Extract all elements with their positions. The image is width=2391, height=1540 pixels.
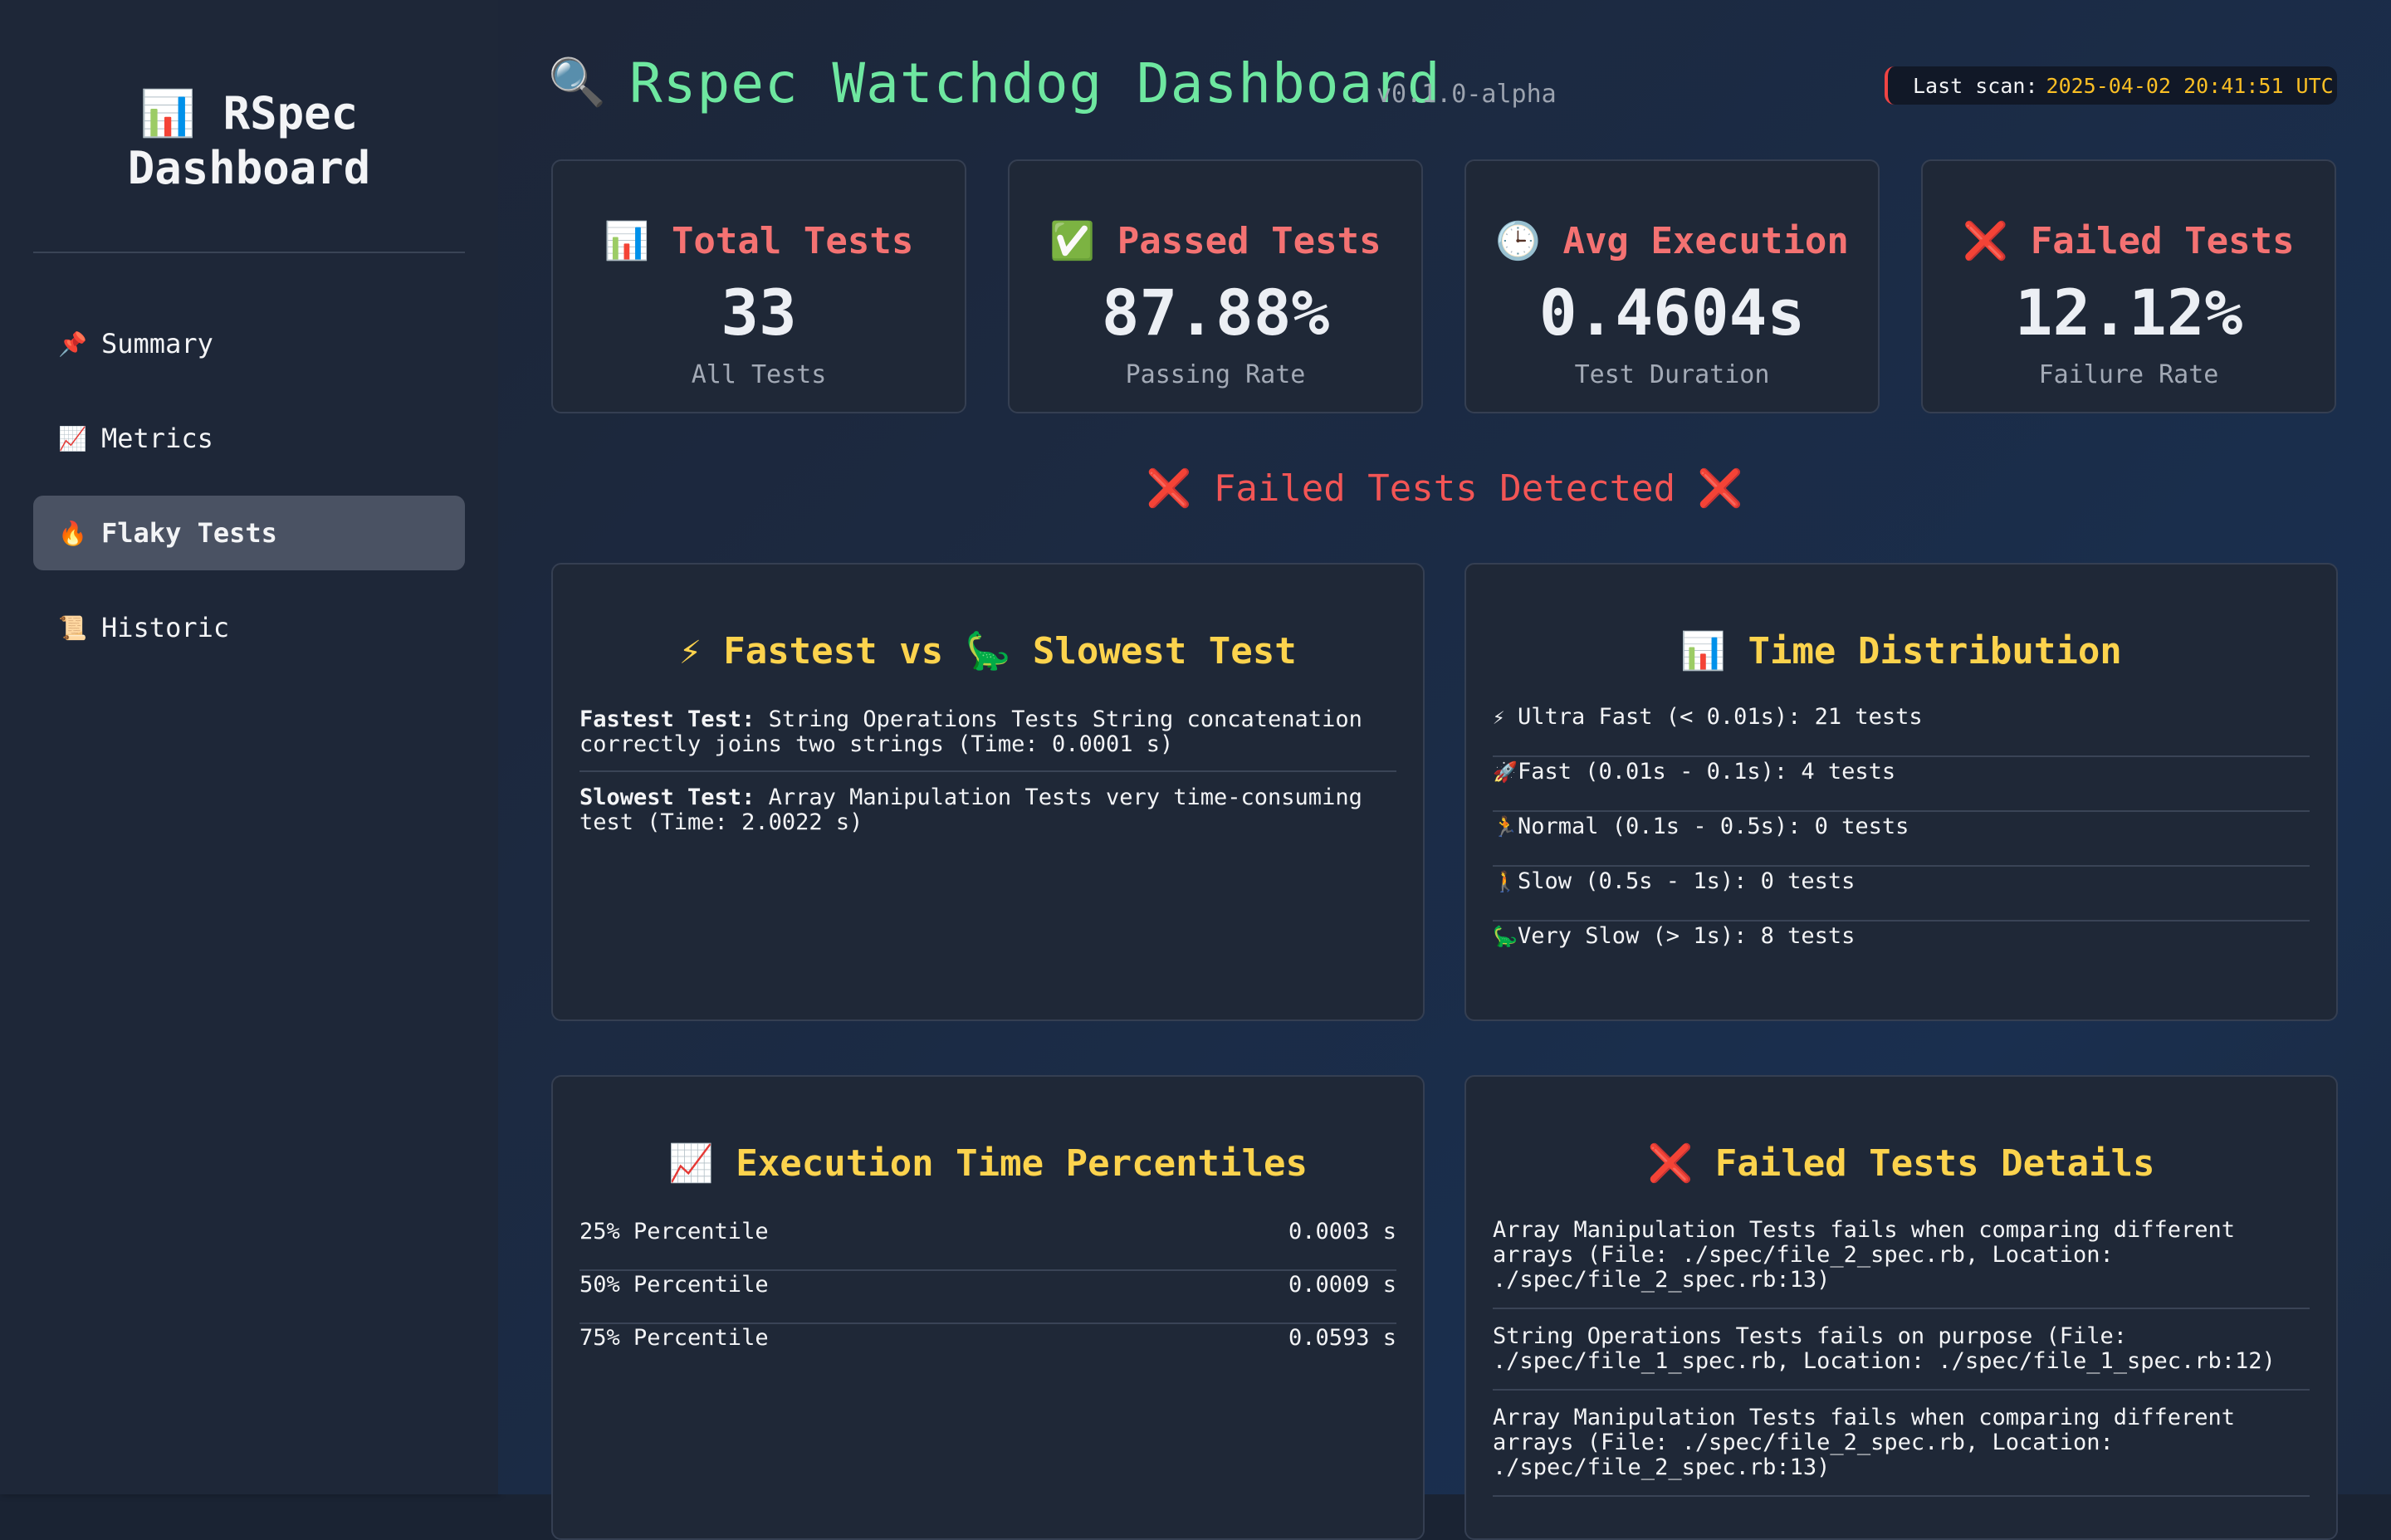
sidebar-divider (33, 252, 465, 253)
last-scan-label: Last scan: (1913, 73, 2038, 98)
panel-title: ❌ Failed Tests Details (1647, 1142, 2155, 1185)
cross-icon: ❌ (1697, 467, 1743, 510)
sidebar-item-label: Summary (101, 328, 213, 359)
panel-body: Array Manipulation Tests fails when comp… (1493, 1218, 2310, 1512)
cross-icon: ❌ (1146, 467, 1192, 510)
sidebar-item-label: Historic (101, 612, 230, 643)
percentile-label: 75% Percentile (579, 1325, 769, 1351)
page-title: Rspec Watchdog Dashboard (629, 51, 1441, 115)
pushpin-icon: 📌 (58, 330, 87, 358)
sidebar-item-label: Flaky Tests (101, 517, 277, 549)
sidebar-title-line2: Dashboard (127, 142, 371, 194)
failed-test-row: Array Manipulation Tests fails when comp… (1493, 1406, 2310, 1497)
percentile-label: 25% Percentile (579, 1219, 769, 1244)
stat-label: Test Duration (1574, 360, 1770, 389)
distribution-text: Fast (0.01s - 0.1s): 4 tests (1518, 759, 1896, 785)
last-scan-time: 2025-04-02 20:41:51 UTC (2046, 73, 2334, 98)
distribution-text: Very Slow (> 1s): 8 tests (1518, 923, 1856, 949)
stat-card-avg-execution: 🕒 Avg Execution 0.4604s Test Duration (1464, 159, 1880, 413)
sidebar-item-label: Metrics (101, 423, 213, 454)
distribution-text: Ultra Fast (< 0.01s): 21 tests (1518, 704, 1923, 730)
stat-label: Passing Rate (1125, 360, 1306, 389)
distribution-text: Normal (0.1s - 0.5s): 0 tests (1518, 814, 1909, 839)
fire-icon: 🔥 (58, 519, 87, 547)
stat-value: 12.12% (2014, 276, 2243, 350)
stat-title: ✅ Passed Tests (1010, 219, 1421, 262)
sidebar-item-historic[interactable]: 📜 Historic (33, 590, 465, 665)
sidebar: 📊 RSpec Dashboard 📌 Summary 📈 Metrics 🔥 … (0, 0, 498, 1494)
panel-title: ⚡ Fastest vs 🦕 Slowest Test (679, 630, 1297, 672)
distribution-row: ⚡ Ultra Fast (< 0.01s): 21 tests (1493, 702, 2310, 757)
stat-title: ❌ Failed Tests (1923, 219, 2335, 262)
panel-title: 📊 Time Distribution (1680, 630, 2122, 672)
stat-title: 🕒 Avg Execution (1466, 219, 1878, 262)
walker-icon: 🚶 (1493, 870, 1518, 893)
panel-body: 25% Percentile 0.0003 s 50% Percentile 0.0… (579, 1218, 1396, 1377)
sidebar-item-flaky-tests[interactable]: 🔥 Flaky Tests (33, 496, 465, 570)
fastest-slowest-panel: ⚡ Fastest vs 🦕 Slowest Test Fastest Test… (551, 563, 1425, 1021)
sidebar-title: 📊 RSpec Dashboard (0, 86, 498, 196)
magnifier-icon: 🔍 (548, 56, 606, 110)
failed-tests-alert: ❌ Failed Tests Detected ❌ (548, 467, 2341, 510)
percentile-value: 0.0009 s (1288, 1272, 1396, 1298)
runner-icon: 🏃 (1493, 815, 1518, 838)
distribution-text: Slow (0.5s - 1s): 0 tests (1518, 868, 1856, 894)
stat-title-text: Avg Execution (1562, 220, 1849, 262)
percentile-row: 25% Percentile 0.0003 s (579, 1218, 1396, 1271)
slowest-test-row: Slowest Test: Array Manipulation Tests v… (579, 770, 1396, 848)
stat-label: All Tests (691, 360, 827, 389)
lightning-icon: ⚡ (1493, 706, 1505, 729)
panel-body: ⚡ Ultra Fast (< 0.01s): 21 tests 🚀Fast (0… (1493, 702, 2310, 976)
stat-title-text: Total Tests (671, 220, 914, 262)
percentile-value: 0.0593 s (1288, 1325, 1396, 1351)
distribution-row: 🏃Normal (0.1s - 0.5s): 0 tests (1493, 812, 2310, 867)
failed-test-row: String Operations Tests fails on purpose… (1493, 1324, 2310, 1391)
stat-title: 📊 Total Tests (553, 219, 965, 262)
slowest-label: Slowest Test: (579, 785, 755, 810)
distribution-row: 🦕Very Slow (> 1s): 8 tests (1493, 922, 2310, 976)
fastest-label: Fastest Test: (579, 706, 755, 732)
bar-chart-icon: 📊 (604, 220, 650, 262)
stat-card-total: 📊 Total Tests 33 All Tests (551, 159, 966, 413)
stat-title-text: Passed Tests (1117, 220, 1381, 262)
last-scan-badge: Last scan: 2025-04-02 20:41:51 UTC (1885, 66, 2337, 105)
stat-card-failed: ❌ Failed Tests 12.12% Failure Rate (1921, 159, 2336, 413)
failed-details-panel: ❌ Failed Tests Details Array Manipulatio… (1464, 1075, 2338, 1540)
distribution-row: 🚶Slow (0.5s - 1s): 0 tests (1493, 867, 2310, 922)
stat-value: 0.4604s (1538, 276, 1806, 350)
stat-title-text: Failed Tests (2030, 220, 2295, 262)
scroll-icon: 📜 (58, 614, 87, 642)
stat-card-passed: ✅ Passed Tests 87.88% Passing Rate (1008, 159, 1423, 413)
percentile-label: 50% Percentile (579, 1272, 769, 1298)
time-distribution-panel: 📊 Time Distribution ⚡ Ultra Fast (< 0.01s… (1464, 563, 2338, 1021)
panel-title: 📈 Execution Time Percentiles (667, 1142, 1308, 1185)
stat-value: 87.88% (1101, 276, 1330, 350)
clock-icon: 🕒 (1495, 220, 1541, 262)
percentile-value: 0.0003 s (1288, 1219, 1396, 1244)
cross-icon: ❌ (1963, 220, 2009, 262)
rocket-icon: 🚀 (1493, 760, 1518, 784)
sidebar-item-metrics[interactable]: 📈 Metrics (33, 401, 465, 476)
percentile-row: 50% Percentile 0.0009 s (579, 1271, 1396, 1324)
dinosaur-icon: 🦕 (1493, 925, 1518, 948)
panel-body: Fastest Test: String Operations Tests St… (579, 707, 1396, 848)
fastest-test-row: Fastest Test: String Operations Tests St… (579, 707, 1396, 770)
stat-label: Failure Rate (2038, 360, 2219, 389)
sidebar-item-summary[interactable]: 📌 Summary (33, 306, 465, 381)
sidebar-title-line1: 📊 RSpec (139, 87, 359, 139)
stat-value: 33 (721, 276, 797, 350)
chart-up-icon: 📈 (58, 424, 87, 452)
percentiles-panel: 📈 Execution Time Percentiles 25% Percent… (551, 1075, 1425, 1540)
percentile-row: 75% Percentile 0.0593 s (579, 1324, 1396, 1377)
distribution-row: 🚀Fast (0.01s - 0.1s): 4 tests (1493, 757, 2310, 812)
alert-text: Failed Tests Detected (1213, 467, 1676, 510)
version-label: v0.1.0-alpha (1376, 80, 1557, 109)
failed-test-row: Array Manipulation Tests fails when comp… (1493, 1218, 2310, 1309)
check-icon: ✅ (1049, 220, 1096, 262)
